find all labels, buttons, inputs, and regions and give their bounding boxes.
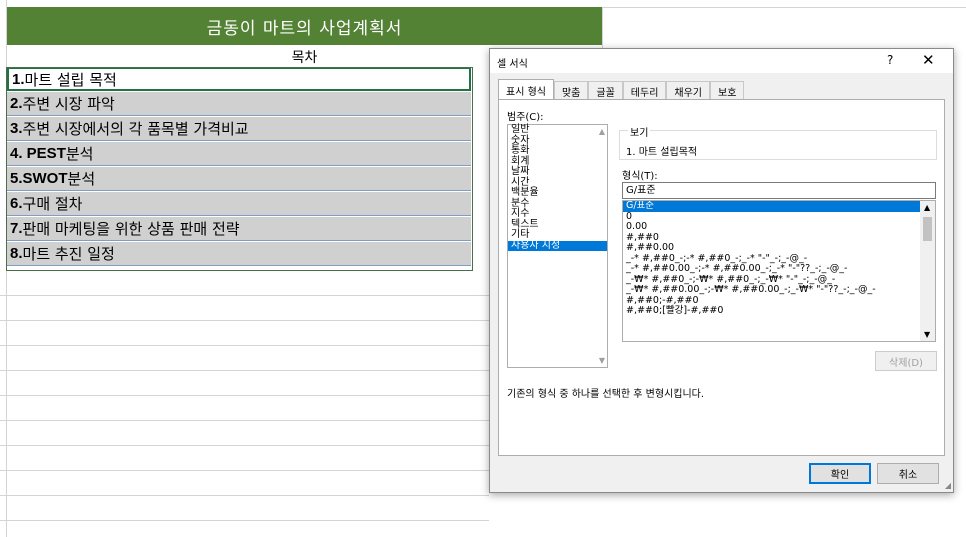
- tab-number-format[interactable]: 표시 형식: [498, 79, 554, 100]
- tab-font[interactable]: 글꼴: [588, 81, 623, 100]
- description-text: 기존의 형식 중 하나를 선택한 후 변형시킵니다.: [507, 389, 705, 400]
- toc-row-text: 주변 시장 파악: [22, 95, 115, 113]
- category-item[interactable]: 통화: [508, 145, 607, 157]
- toc-row-number: 8.: [10, 245, 23, 262]
- cancel-button[interactable]: 취소: [877, 463, 939, 484]
- chevron-down-icon[interactable]: ▼: [924, 330, 930, 339]
- grid-line: [0, 345, 489, 346]
- toc-row-2[interactable]: 2. 주변 시장 파악: [7, 92, 471, 116]
- toc-row-3[interactable]: 3. 주변 시장에서의 각 품목별 가격비교: [7, 117, 471, 141]
- title-cell[interactable]: 금동이 마트의 사업계획서: [7, 7, 602, 45]
- toc-row-number: 1.: [12, 70, 25, 88]
- tab-alignment[interactable]: 맞춤: [553, 81, 589, 100]
- toc-row-text: 구매 절차: [22, 195, 83, 213]
- category-item-selected[interactable]: 사용자 지정: [508, 240, 607, 251]
- scrollbar-thumb[interactable]: [923, 217, 932, 241]
- chevron-up-icon[interactable]: ▲: [924, 203, 930, 212]
- format-item-selected[interactable]: G/표준: [623, 201, 923, 212]
- toc-row-number: 2.: [10, 95, 23, 112]
- category-item[interactable]: 지수: [508, 208, 607, 220]
- category-item[interactable]: 기타: [508, 229, 607, 241]
- chevron-up-icon[interactable]: ▲: [599, 127, 605, 136]
- ok-button[interactable]: 확인: [809, 463, 871, 484]
- format-item[interactable]: #,##0;[빨강]-#,##0: [623, 305, 923, 317]
- help-button[interactable]: ?: [887, 53, 893, 67]
- grid-line: [0, 420, 489, 421]
- toc-row-number: 3.: [10, 120, 23, 137]
- tab-protection[interactable]: 보호: [710, 81, 745, 100]
- grid-line: [0, 395, 489, 396]
- grid-line: [0, 295, 489, 296]
- toc-row-number: 7.: [10, 220, 23, 237]
- category-list[interactable]: 일반 숫자 통화 회계 날짜 시간 백분율 분수 지수 텍스트 기타 사용자 지…: [507, 124, 608, 368]
- format-item[interactable]: 0: [623, 211, 923, 223]
- toc-row-5[interactable]: 5.SWOT 분석: [7, 167, 471, 191]
- toc-row-8[interactable]: 8. 마트 추진 일정: [7, 242, 471, 266]
- toc-row-text: 분석: [67, 170, 96, 188]
- category-label: 범주(C):: [507, 112, 544, 123]
- toc-row-6[interactable]: 6. 구매 절차: [7, 192, 471, 216]
- toc-row-text: 주변 시장에서의 각 품목별 가격비교: [22, 120, 249, 138]
- grid-line: [0, 470, 489, 471]
- dialog-title: 셀 서식: [497, 59, 528, 70]
- format-cells-dialog: 셀 서식 ? ✕ 표시 형식 맞춤 글꼴 테두리 채우기 보호 범주(C): 일…: [489, 48, 954, 493]
- number-format-panel: 범주(C): 일반 숫자 통화 회계 날짜 시간 백분율 분수 지수 텍스트 기…: [498, 99, 945, 456]
- toc-row-text: 마트 설립 목적: [24, 70, 117, 89]
- grid-line: [602, 7, 603, 48]
- close-icon[interactable]: ✕: [922, 51, 935, 69]
- grid-line: [0, 520, 489, 521]
- toc-row-7[interactable]: 7. 판매 마케팅을 위한 상품 판매 전략: [7, 217, 471, 241]
- toc-row-text: 판매 마케팅을 위한 상품 판매 전략: [22, 220, 240, 238]
- sample-label: 보기: [628, 124, 651, 139]
- tab-border[interactable]: 테두리: [622, 81, 667, 100]
- toc-row-number: 4. PEST: [10, 145, 66, 162]
- format-list[interactable]: G/표준 0 0.00 #,##0 #,##0.00 _-* #,##0_-;-…: [622, 200, 936, 342]
- sample-value: 1. 마트 설립목적: [626, 147, 698, 158]
- format-list-scrollbar[interactable]: ▲ ▼: [920, 201, 935, 341]
- chevron-down-icon[interactable]: ▼: [599, 356, 605, 365]
- tab-fill[interactable]: 채우기: [666, 81, 711, 100]
- toc-row-number: 6.: [10, 195, 23, 212]
- grid-line: [0, 320, 489, 321]
- grid-line: [0, 370, 489, 371]
- format-type-label: 형식(T):: [622, 171, 658, 182]
- tab-bar: 표시 형식 맞춤 글꼴 테두리 채우기 보호: [498, 79, 745, 100]
- grid-line: [0, 495, 489, 496]
- dialog-titlebar[interactable]: 셀 서식 ? ✕: [490, 49, 953, 73]
- grid-line: [0, 445, 489, 446]
- format-item[interactable]: #,##0.00: [623, 242, 923, 254]
- category-item[interactable]: 백분율: [508, 187, 607, 199]
- format-type-input[interactable]: G/표준: [622, 182, 936, 199]
- toc-row-1[interactable]: 1. 마트 설립 목적: [7, 67, 471, 91]
- toc-row-text: 분석: [65, 145, 94, 163]
- category-item[interactable]: 날짜: [508, 166, 607, 178]
- format-item[interactable]: _-* #,##0.00_-;-* #,##0.00_-;_-* "-"??_-…: [623, 263, 923, 275]
- toc-row-4[interactable]: 4. PEST 분석: [7, 142, 471, 166]
- format-item[interactable]: _-₩* #,##0.00_-;-₩* #,##0.00_-;_-₩* "-"?…: [623, 284, 923, 296]
- toc-row-number: 5.SWOT: [10, 170, 68, 187]
- category-item[interactable]: 일반: [508, 124, 607, 136]
- resize-grip-icon[interactable]: ◢: [945, 481, 951, 490]
- format-item[interactable]: 0.00: [623, 221, 923, 233]
- delete-button[interactable]: 삭제(D): [875, 351, 937, 371]
- sample-group: 보기 1. 마트 설립목적: [619, 124, 937, 160]
- toc-row-text: 마트 추진 일정: [22, 245, 115, 263]
